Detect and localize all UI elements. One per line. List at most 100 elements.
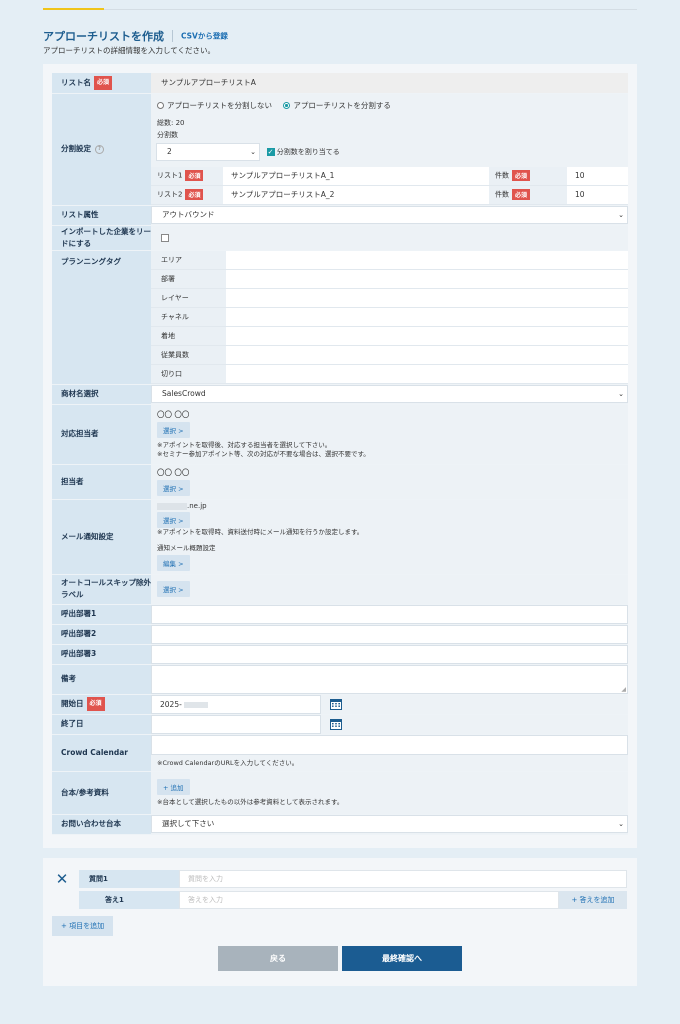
planning-tag-cell: エリア 部署 レイヤー チャネル 着地 従業員数 切り口 xyxy=(151,250,628,385)
answer-input[interactable]: 答えを入力 xyxy=(179,891,559,909)
confirm-button[interactable]: 最終確認へ xyxy=(342,946,462,971)
calendar-icon[interactable] xyxy=(329,698,342,710)
assign-checkbox[interactable]: ✓ 分割数を割り当てる xyxy=(266,147,340,156)
question-input[interactable]: 質問を入力 xyxy=(179,870,627,888)
split-count-label: 件数 必須 xyxy=(489,166,567,186)
tag-input[interactable] xyxy=(226,269,628,289)
list-attr-select[interactable]: アウトバウンド ⌄ xyxy=(151,206,628,224)
dept1-input[interactable] xyxy=(151,604,628,624)
tag-input[interactable] xyxy=(226,326,628,346)
product-cell: SalesCrowd ⌄ xyxy=(151,384,628,405)
mail-cell: .ne.jp 選択 > ※アポイントを取得時、資料送付時にメール通知を行うか設定… xyxy=(151,499,628,575)
split-count-select[interactable]: 2 ⌄ xyxy=(156,142,260,161)
tag-label: 従業員数 xyxy=(151,345,226,365)
answer-label: 答え1 xyxy=(79,891,179,909)
autocall-cell: 選択 > xyxy=(151,574,628,605)
list-name-value[interactable]: サンプルアプローチリストA xyxy=(151,73,628,94)
split-cell: アプローチリストを分割しない アプローチリストを分割する 総数: 20 分割数 … xyxy=(151,93,628,206)
tag-label: 着地 xyxy=(151,326,226,346)
row-remarks: 備考 ◢ xyxy=(52,664,628,695)
resize-handle-icon[interactable]: ◢ xyxy=(621,686,626,693)
split-count-label: 件数 必須 xyxy=(489,185,567,205)
label-start-date: 開始日 必須 xyxy=(52,694,151,715)
tag-input[interactable] xyxy=(226,250,628,270)
tag-row: 着地 xyxy=(151,326,628,346)
mail-select-button[interactable]: 選択 > xyxy=(157,512,190,528)
planning-tags-table: エリア 部署 レイヤー チャネル 着地 従業員数 切り口 xyxy=(151,250,628,384)
split-list-count[interactable]: 10 xyxy=(567,166,628,186)
start-date-input[interactable]: 2025- xyxy=(151,694,321,714)
owner-cell: 〇〇 〇〇 選択 > xyxy=(151,464,628,500)
label-script: 台本/参考資料 xyxy=(52,771,151,815)
tag-input[interactable] xyxy=(226,288,628,308)
row-planning-tag: プランニングタグ エリア 部署 レイヤー チャネル 着地 従業員数 切り口 xyxy=(52,250,628,385)
product-select[interactable]: SalesCrowd ⌄ xyxy=(151,385,628,403)
script-add-button[interactable]: + 追加 xyxy=(157,778,190,795)
handler-select-button[interactable]: 選択 > xyxy=(157,422,190,438)
dept3-input[interactable] xyxy=(151,644,628,664)
label-product: 商材名選択 xyxy=(52,384,151,405)
tag-row: レイヤー xyxy=(151,288,628,308)
mail-note: ※アポイントを取得時、資料送付時にメール通知を行うか設定します。 xyxy=(157,528,364,536)
tag-row: 切り口 xyxy=(151,364,628,384)
end-date-cell xyxy=(151,714,628,735)
calendar-icon[interactable] xyxy=(329,718,342,730)
inquiry-script-cell: 選択して下さい ⌄ xyxy=(151,814,628,835)
page-header: アプローチリストを作成 CSVから登録 xyxy=(43,28,228,44)
add-answer-button[interactable]: + 答えを追加 xyxy=(559,891,627,909)
label-list-name: リスト名 必須 xyxy=(52,73,151,94)
dept2-input[interactable] xyxy=(151,624,628,644)
inquiry-script-select[interactable]: 選択して下さい ⌄ xyxy=(151,815,628,833)
row-mail: メール通知設定 .ne.jp 選択 > ※アポイントを取得時、資料送付時にメール… xyxy=(52,499,628,575)
split-list-name[interactable]: サンプルアプローチリストA_1 xyxy=(223,166,489,186)
tag-row: チャネル xyxy=(151,307,628,327)
help-icon[interactable]: ? xyxy=(95,144,104,154)
form-table: リスト名 必須 サンプルアプローチリストA 分割設定? アプローチリストを分割しな… xyxy=(52,73,628,835)
row-script: 台本/参考資料 + 追加 ※台本として選択したもの以外は参考資料として表示されま… xyxy=(52,771,628,815)
list-attr-cell: アウトバウンド ⌄ xyxy=(151,205,628,226)
remarks-textarea[interactable]: ◢ xyxy=(151,664,628,694)
import-lead-checkbox[interactable] xyxy=(161,233,169,242)
script-note: ※台本として選択したもの以外は参考資料として表示されます。 xyxy=(157,797,344,806)
script-cell: + 追加 ※台本として選択したもの以外は参考資料として表示されます。 xyxy=(151,771,628,815)
row-list-name: リスト名 必須 サンプルアプローチリストA xyxy=(52,73,628,94)
question-label: 質問1 xyxy=(79,870,179,888)
split-list-name[interactable]: サンプルアプローチリストA_2 xyxy=(223,185,489,205)
checkbox-checked-icon: ✓ xyxy=(266,147,275,156)
split-list-label: リスト2 必須 xyxy=(151,185,223,205)
row-end-date: 終了日 xyxy=(52,714,628,735)
chevron-down-icon: ⌄ xyxy=(250,147,256,156)
row-dept3: 呼出部署3 xyxy=(52,644,628,665)
split-list-count[interactable]: 10 xyxy=(567,185,628,205)
start-date-cell: 2025- xyxy=(151,694,628,715)
radio-off-icon xyxy=(157,102,164,109)
tag-label: エリア xyxy=(151,250,226,270)
tag-input[interactable] xyxy=(226,364,628,384)
radio-split[interactable]: アプローチリストを分割する xyxy=(283,101,391,110)
csv-import-link[interactable]: CSVから登録 xyxy=(181,32,228,41)
mail-subject-label: 通知メール概題設定 xyxy=(157,544,216,552)
redacted-block xyxy=(157,502,187,510)
row-crowd-calendar: Crowd Calendar ※Crowd CalendarのURLを入力してく… xyxy=(52,734,628,772)
autocall-select-button[interactable]: 選択 > xyxy=(157,581,190,597)
row-inquiry-script: お問い合わせ台本 選択して下さい ⌄ xyxy=(52,814,628,835)
row-handler: 対応担当者 〇〇 〇〇 選択 > ※アポイントを取得後、対応する担当者を選択して… xyxy=(52,404,628,465)
tag-label: 部署 xyxy=(151,269,226,289)
tag-input[interactable] xyxy=(226,307,628,327)
radio-no-split[interactable]: アプローチリストを分割しない xyxy=(157,101,272,110)
end-date-input[interactable] xyxy=(151,714,321,734)
back-button[interactable]: 戻る xyxy=(218,946,338,971)
add-item-button[interactable]: + 項目を追加 xyxy=(52,916,114,936)
top-accent xyxy=(43,8,104,10)
mail-address: .ne.jp xyxy=(157,502,628,510)
crowd-calendar-input[interactable] xyxy=(151,734,628,755)
close-icon[interactable]: ✕ xyxy=(52,869,72,889)
row-dept2: 呼出部署2 xyxy=(52,624,628,645)
label-import-lead: インポートした企業をリードにする xyxy=(52,225,151,251)
tag-row: 従業員数 xyxy=(151,345,628,365)
tag-input[interactable] xyxy=(226,345,628,365)
page-title: アプローチリストを作成 xyxy=(43,30,164,43)
handler-note-1: ※アポイントを取得後、対応する担当者を選択して下さい。 xyxy=(157,441,332,449)
owner-select-button[interactable]: 選択 > xyxy=(157,480,190,496)
mail-edit-button[interactable]: 編集 > xyxy=(157,555,190,571)
